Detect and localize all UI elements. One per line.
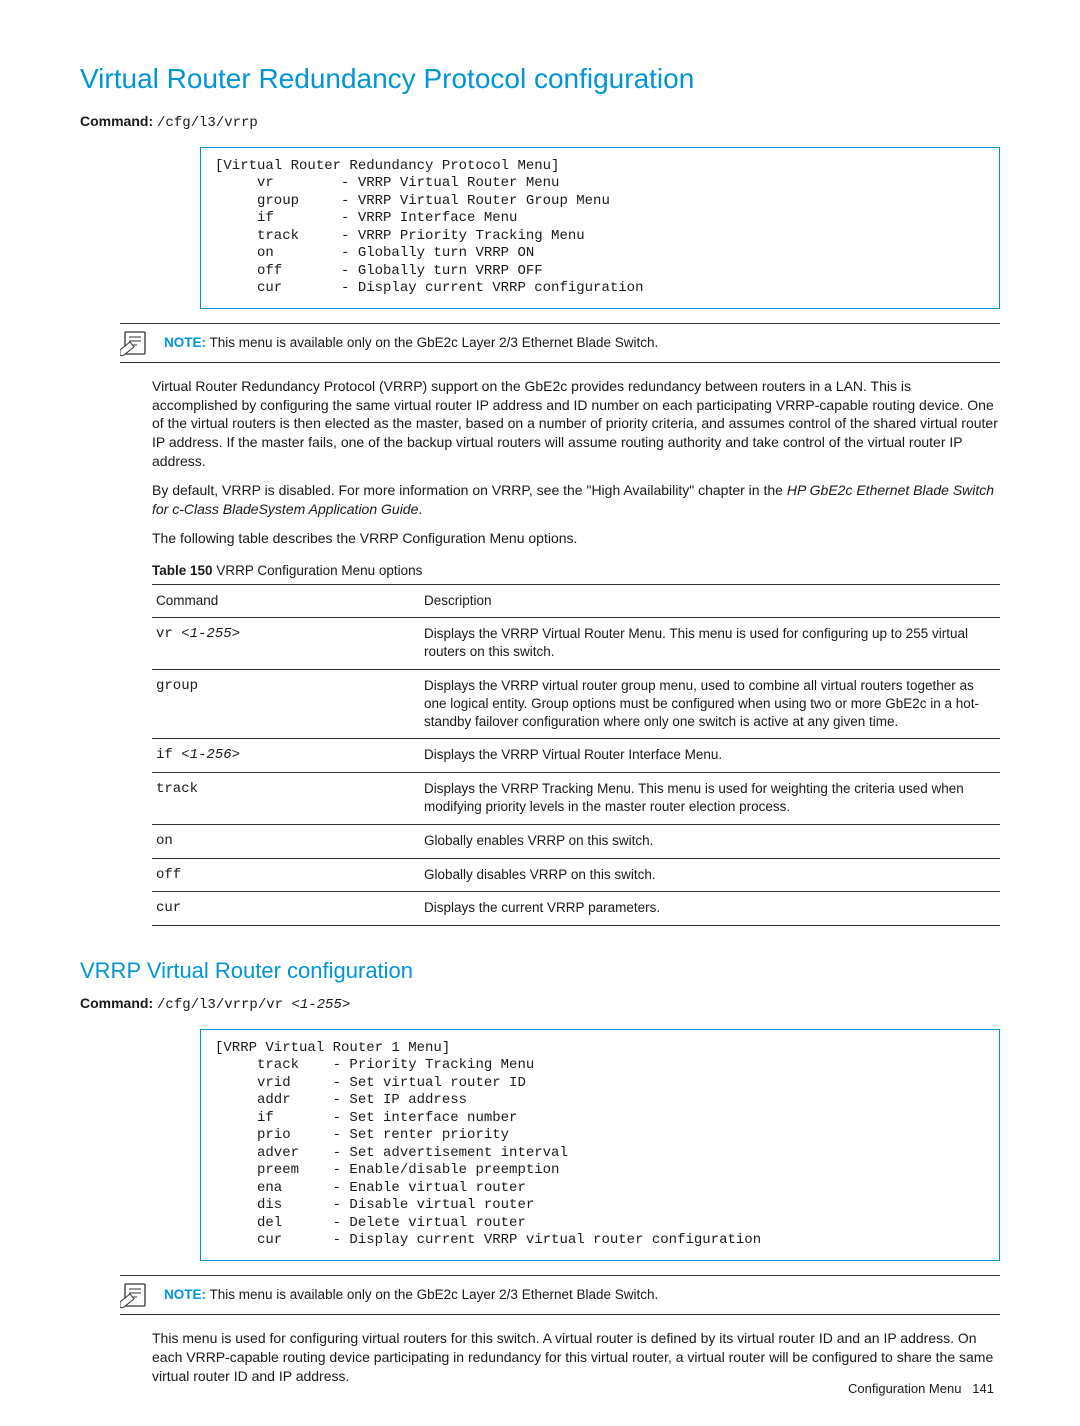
options-table: Command Description vr <1-255> Displays … (152, 584, 1000, 926)
th-command: Command (152, 585, 420, 618)
table-row: off Globally disables VRRP on this switc… (152, 858, 1000, 892)
command-path: /cfg/l3/vrrp/vr <1-255> (157, 997, 350, 1013)
cmd-text: vr (156, 626, 181, 642)
desc-cell: Displays the VRRP Tracking Menu. This me… (420, 773, 1000, 824)
cmd-text: on (156, 833, 173, 849)
cmd-cell: track (152, 773, 420, 824)
cmd-cell: vr <1-255> (152, 618, 420, 669)
note-body: This menu is available only on the GbE2c… (210, 335, 659, 350)
note-label: NOTE: (164, 335, 206, 350)
command-line-1: Command: /cfg/l3/vrrp (80, 112, 1000, 133)
cmd-text: off (156, 867, 181, 883)
terminal-output-1: [Virtual Router Redundancy Protocol Menu… (200, 147, 1000, 309)
note-icon (120, 330, 150, 356)
p2-part-a: By default, VRRP is disabled. For more i… (152, 482, 787, 498)
cmd-arg: <1-255> (181, 626, 240, 642)
page-footer: Configuration Menu 141 (848, 1380, 994, 1398)
note-block-1: NOTE: This menu is available only on the… (120, 323, 1000, 363)
paragraph-2: By default, VRRP is disabled. For more i… (152, 481, 1000, 519)
note-text: NOTE: This menu is available only on the… (164, 334, 658, 352)
command-path-arg: <1-255> (291, 997, 350, 1013)
command-label: Command: (80, 995, 153, 1011)
table-row: vr <1-255> Displays the VRRP Virtual Rou… (152, 618, 1000, 669)
terminal-output-2: [VRRP Virtual Router 1 Menu] track - Pri… (200, 1029, 1000, 1261)
table-caption: Table 150 VRRP Configuration Menu option… (152, 562, 1000, 580)
paragraph-4: This menu is used for configuring virtua… (152, 1329, 1000, 1386)
cmd-arg: <1-256> (181, 747, 240, 763)
desc-cell: Globally enables VRRP on this switch. (420, 824, 1000, 858)
th-description: Description (420, 585, 1000, 618)
command-line-2: Command: /cfg/l3/vrrp/vr <1-255> (80, 994, 1000, 1015)
desc-cell: Displays the VRRP virtual router group m… (420, 669, 1000, 739)
page-title: Virtual Router Redundancy Protocol confi… (80, 60, 1000, 98)
desc-cell: Displays the VRRP Virtual Router Menu. T… (420, 618, 1000, 669)
command-path-text: /cfg/l3/vrrp/vr (157, 997, 291, 1013)
paragraph-3: The following table describes the VRRP C… (152, 529, 1000, 548)
table-row: on Globally enables VRRP on this switch. (152, 824, 1000, 858)
cmd-text: if (156, 747, 181, 763)
cmd-text: cur (156, 900, 181, 916)
table-number: Table 150 (152, 563, 213, 578)
table-row: cur Displays the current VRRP parameters… (152, 892, 1000, 926)
cmd-cell: on (152, 824, 420, 858)
section-title-2: VRRP Virtual Router configuration (80, 956, 1000, 986)
cmd-cell: if <1-256> (152, 739, 420, 773)
table-row: group Displays the VRRP virtual router g… (152, 669, 1000, 739)
desc-cell: Globally disables VRRP on this switch. (420, 858, 1000, 892)
command-label: Command: (80, 113, 153, 129)
cmd-cell: off (152, 858, 420, 892)
cmd-text: group (156, 678, 198, 694)
options-tbody: vr <1-255> Displays the VRRP Virtual Rou… (152, 618, 1000, 926)
note-body: This menu is available only on the GbE2c… (210, 1287, 659, 1302)
desc-cell: Displays the current VRRP parameters. (420, 892, 1000, 926)
note-label: NOTE: (164, 1287, 206, 1302)
cmd-cell: cur (152, 892, 420, 926)
footer-section: Configuration Menu (848, 1381, 961, 1396)
command-path: /cfg/l3/vrrp (157, 115, 258, 131)
note-icon (120, 1282, 150, 1308)
cmd-text: track (156, 781, 198, 797)
note-text: NOTE: This menu is available only on the… (164, 1286, 658, 1304)
page: Virtual Router Redundancy Protocol confi… (0, 0, 1080, 1426)
footer-page: 141 (972, 1381, 994, 1396)
desc-cell: Displays the VRRP Virtual Router Interfa… (420, 739, 1000, 773)
table-row: if <1-256> Displays the VRRP Virtual Rou… (152, 739, 1000, 773)
paragraph-1: Virtual Router Redundancy Protocol (VRRP… (152, 377, 1000, 471)
cmd-cell: group (152, 669, 420, 739)
p2-part-c: . (418, 501, 422, 517)
table-row: track Displays the VRRP Tracking Menu. T… (152, 773, 1000, 824)
table-caption-text: VRRP Configuration Menu options (216, 563, 422, 578)
note-block-2: NOTE: This menu is available only on the… (120, 1275, 1000, 1315)
